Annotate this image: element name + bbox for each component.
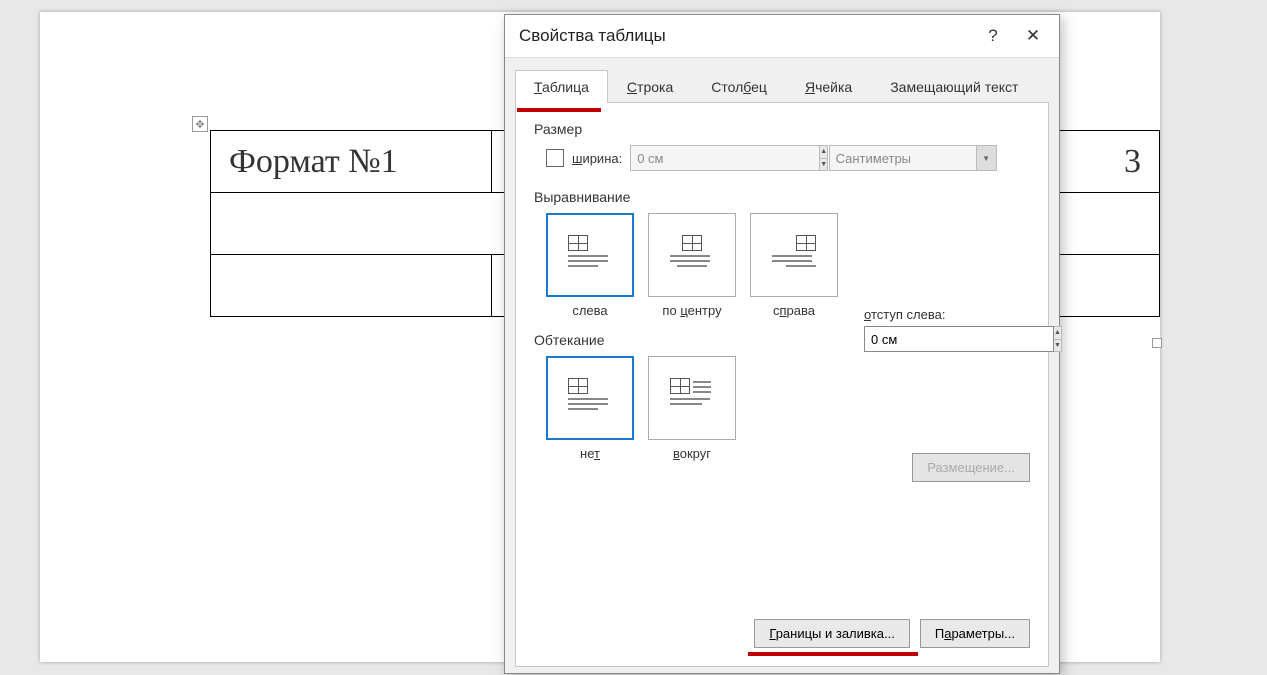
tab-panel-table: Размер ширина: ▲ ▼ Единицы: Сантиметры ▼ [515, 102, 1049, 667]
align-right-caption: справа [750, 303, 838, 318]
tab-strip: Таблица Строка Столбец Ячейка Замещающий… [505, 58, 1059, 103]
wrap-none-icon [568, 378, 612, 418]
table-cell[interactable] [211, 255, 492, 317]
wrap-around-icon [670, 378, 714, 418]
chevron-down-icon[interactable]: ▼ [977, 145, 997, 171]
dialog-title: Свойства таблицы [519, 26, 973, 46]
align-left-caption: слева [546, 303, 634, 318]
wrap-none-caption: нет [546, 446, 634, 461]
chevron-down-icon[interactable]: ▼ [1054, 340, 1061, 352]
table-properties-dialog: Свойства таблицы ? ✕ Таблица Строка Стол… [504, 14, 1060, 674]
tab-table[interactable]: Таблица [515, 70, 608, 103]
tab-cell[interactable]: Ячейка [786, 70, 871, 103]
indent-spinner[interactable]: ▲ ▼ [864, 326, 1004, 352]
wrap-around-option[interactable] [648, 356, 736, 440]
align-right-icon [772, 235, 816, 275]
units-combo[interactable]: Сантиметры ▼ [829, 145, 997, 171]
help-button[interactable]: ? [973, 21, 1013, 51]
indent-input[interactable] [864, 326, 1054, 352]
close-icon: ✕ [1026, 26, 1040, 46]
spinner-buttons[interactable]: ▲ ▼ [1054, 326, 1062, 352]
alignment-group-label: Выравнивание [534, 189, 1030, 205]
tab-row[interactable]: Строка [608, 70, 692, 103]
tab-column[interactable]: Столбец [692, 70, 786, 103]
align-center-option[interactable] [648, 213, 736, 297]
annotation-underline [517, 108, 601, 112]
width-label: ширина: [572, 151, 622, 166]
chevron-down-icon[interactable]: ▼ [820, 159, 827, 171]
chevron-up-icon[interactable]: ▲ [1054, 327, 1061, 340]
annotation-underline [748, 652, 918, 656]
indent-block: отступ слева: ▲ ▼ [864, 307, 1004, 352]
dialog-titlebar[interactable]: Свойства таблицы ? ✕ [505, 15, 1059, 57]
dialog-body: Таблица Строка Столбец Ячейка Замещающий… [505, 57, 1059, 673]
options-button[interactable]: Параметры... [920, 619, 1030, 648]
align-center-icon [670, 235, 714, 275]
width-checkbox[interactable] [546, 149, 564, 167]
table-cell[interactable]: Формат №1 [211, 131, 492, 193]
size-group-label: Размер [534, 121, 1030, 137]
tab-alttext[interactable]: Замещающий текст [871, 70, 1037, 103]
table-move-handle-icon[interactable]: ✥ [192, 116, 208, 132]
width-spinner[interactable]: ▲ ▼ [630, 145, 740, 171]
chevron-up-icon[interactable]: ▲ [820, 146, 827, 159]
width-input[interactable] [630, 145, 820, 171]
placement-button: Размещение... [912, 453, 1030, 482]
align-left-option[interactable] [546, 213, 634, 297]
help-icon: ? [988, 26, 997, 46]
wrap-none-option[interactable] [546, 356, 634, 440]
units-value: Сантиметры [829, 145, 977, 171]
wrap-around-caption: вокруг [648, 446, 736, 461]
borders-shading-button[interactable]: Границы и заливка... [754, 619, 909, 648]
spinner-buttons[interactable]: ▲ ▼ [820, 145, 828, 171]
align-center-caption: по центру [648, 303, 736, 318]
table-resize-handle-icon[interactable] [1152, 338, 1162, 348]
close-button[interactable]: ✕ [1013, 21, 1053, 51]
align-left-icon [568, 235, 612, 275]
align-right-option[interactable] [750, 213, 838, 297]
indent-label: отступ слева: [864, 307, 1004, 322]
